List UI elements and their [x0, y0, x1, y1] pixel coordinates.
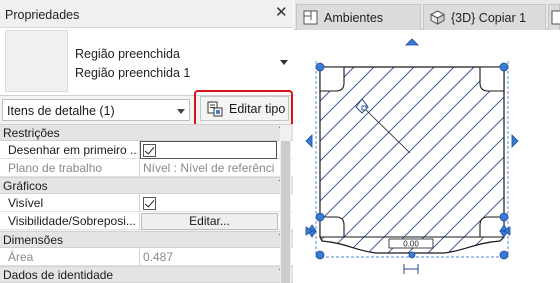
- draw-in-foreground-checkbox[interactable]: [143, 144, 156, 157]
- properties-palette: Propriedades ✕ Região preenchida Região …: [0, 0, 293, 283]
- column-divider: [139, 212, 140, 230]
- section-dimensoes[interactable]: Dimensões ⌃: [0, 231, 293, 248]
- edit-type-button[interactable]: Editar tipo: [200, 96, 289, 121]
- drawing-canvas[interactable]: 0.00: [294, 31, 560, 283]
- corner-grip-left[interactable]: [315, 212, 325, 222]
- corner-grip-top-right[interactable]: [499, 62, 509, 72]
- scrollbar-thumb[interactable]: [281, 141, 290, 283]
- tab-ambientes[interactable]: Ambientes: [296, 4, 421, 30]
- corner-grip-bottom-right[interactable]: [499, 250, 509, 260]
- instance-filter-value: Itens de detalhe (1): [7, 104, 115, 118]
- 3d-box-icon: [430, 10, 445, 25]
- view-tab-bar: Ambientes {3D} Copiar 1: [294, 0, 560, 30]
- type-preview-thumbnail: [5, 30, 68, 92]
- properties-title: Propriedades: [5, 8, 80, 22]
- section-graficos[interactable]: Gráficos ⌃: [0, 177, 293, 194]
- visible-checkbox[interactable]: [143, 197, 156, 210]
- work-plane-value: Nível : Nível de referência: [143, 161, 275, 175]
- floor-plan-icon: [551, 10, 560, 25]
- property-row-plano-de-trabalho: Plano de trabalho Nível : Nível de refer…: [0, 159, 293, 177]
- tab-label: {3D} Copiar 1: [451, 11, 527, 25]
- tab-3d-copiar-1[interactable]: {3D} Copiar 1: [423, 4, 546, 30]
- type-selector-dropdown-icon[interactable]: [280, 60, 288, 65]
- property-label: Visibilidade/Sobreposi...: [8, 214, 136, 228]
- edit-type-label: Editar tipo: [229, 102, 286, 116]
- property-label: Desenhar em primeiro ...: [8, 143, 138, 157]
- section-title: Restrições: [3, 126, 60, 140]
- type-selector[interactable]: Região preenchida Região preenchida 1: [0, 28, 293, 96]
- instance-filter-dropdown[interactable]: Itens de detalhe (1): [2, 99, 190, 121]
- section-dados-de-identidade[interactable]: Dados de identidade ⌃: [0, 266, 293, 283]
- visibility-edit-button[interactable]: Editar...: [141, 213, 278, 230]
- corner-grip-bottom-left[interactable]: [315, 250, 325, 260]
- column-divider: [139, 194, 140, 212]
- chevron-down-icon: [177, 109, 185, 114]
- column-divider: [139, 159, 140, 177]
- properties-scrollbar[interactable]: [280, 125, 291, 283]
- property-label: Área: [8, 250, 34, 264]
- type-name: Região preenchida 1: [75, 66, 191, 80]
- arrow-grip-top[interactable]: [405, 38, 419, 46]
- section-title: Dimensões: [3, 233, 64, 247]
- property-row-area: Área 0.487: [0, 248, 293, 266]
- dimension-value: 0.00: [403, 240, 419, 249]
- corner-grip-right[interactable]: [499, 212, 509, 222]
- mid-grip-bottom[interactable]: [408, 251, 416, 259]
- column-divider: [139, 248, 140, 266]
- type-family-name: Região preenchida: [75, 47, 180, 61]
- filled-region-drawing[interactable]: 0.00: [294, 31, 560, 283]
- property-value-field: [140, 141, 277, 159]
- arrow-grip-right[interactable]: [511, 134, 519, 148]
- bottom-dimension-marker[interactable]: [403, 264, 419, 274]
- tab-overflow[interactable]: [548, 4, 560, 30]
- corner-grip-top-left[interactable]: [315, 62, 325, 72]
- edit-type-icon: [207, 101, 223, 117]
- property-row-desenhar-primeiro-plano: Desenhar em primeiro ...: [0, 141, 293, 159]
- arrow-grip-left[interactable]: [305, 134, 313, 148]
- section-title: Gráficos: [3, 179, 48, 193]
- section-title: Dados de identidade: [3, 268, 114, 282]
- close-icon[interactable]: ✕: [275, 5, 289, 21]
- properties-title-bar: Propriedades ✕: [0, 0, 293, 28]
- property-row-visibilidade-sobreposicao: Visibilidade/Sobreposi... Editar...: [0, 212, 293, 230]
- section-restricoes[interactable]: Restrições ⌃: [0, 124, 293, 141]
- tab-label: Ambientes: [324, 11, 384, 25]
- area-value: 0.487: [143, 250, 174, 264]
- selection-extents: [315, 61, 509, 258]
- rotate-handle-icon[interactable]: [355, 98, 411, 154]
- floor-plan-icon: [303, 10, 318, 25]
- property-label: Plano de trabalho: [8, 161, 103, 175]
- property-row-visivel: Visível: [0, 194, 293, 212]
- property-label: Visível: [8, 196, 44, 210]
- dimension-box: 0.00: [388, 238, 434, 249]
- corner-notches: [319, 66, 505, 238]
